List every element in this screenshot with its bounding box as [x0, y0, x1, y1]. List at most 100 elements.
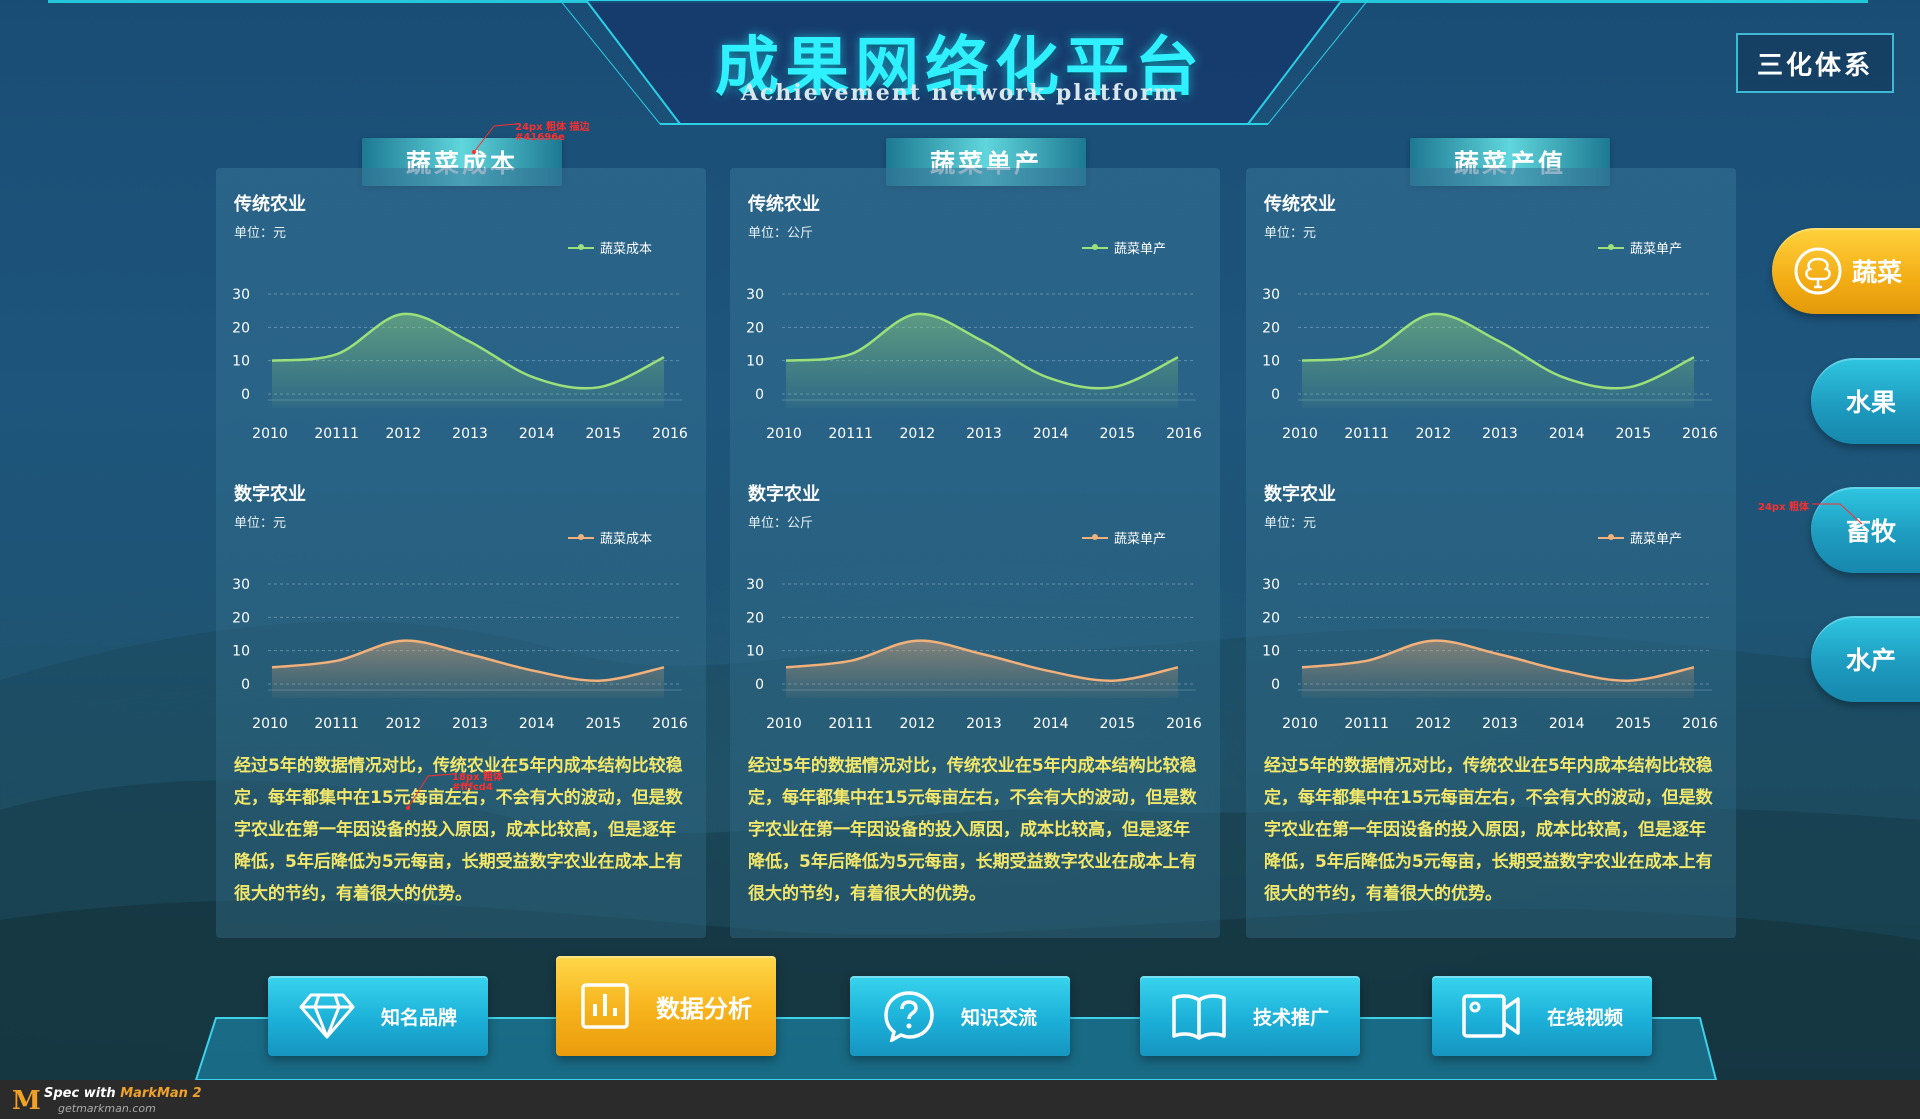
markman-logo: M: [12, 1086, 41, 1116]
x-tick-label: 2010: [252, 716, 288, 732]
x-tick-label: 2012: [900, 716, 936, 732]
x-tick-label: 2015: [1100, 426, 1136, 442]
y-tick-label: 0: [241, 677, 250, 693]
legend-label: 蔬菜单产: [1630, 242, 1683, 257]
x-tick-label: 2010: [766, 716, 802, 732]
x-tick-label: 2013: [966, 716, 1002, 732]
x-tick-label: 2012: [1416, 426, 1452, 442]
side-nav-vegetable[interactable]: 蔬菜: [1772, 228, 1920, 314]
legend-label: 蔬菜单产: [1114, 532, 1167, 547]
x-tick-label: 2010: [1282, 716, 1318, 732]
legend-label: 蔬菜成本: [600, 242, 653, 257]
panel-yield: 传统农业 单位：公斤 蔬菜单产 0 10 20 30 2010 20111 2012 2013 201…: [730, 168, 1220, 938]
footer-bar: M Spec with MarkMan 2 getmarkman.com: [0, 1080, 1920, 1119]
bottom-nav-brand[interactable]: 知名品牌: [268, 976, 488, 1056]
y-tick-label: 10: [232, 354, 250, 370]
diamond-icon: [299, 993, 355, 1039]
footer-spec-text: Spec with MarkMan 2: [44, 1086, 202, 1101]
footer-site: getmarkman.com: [58, 1102, 156, 1115]
y-tick-label: 10: [1262, 644, 1280, 660]
legend-label: 蔬菜单产: [1114, 242, 1167, 257]
x-tick-label: 2013: [1482, 716, 1518, 732]
side-nav-fruit[interactable]: 水果: [1811, 358, 1920, 444]
traditional-chart: 0 10 20 30 2010 20111 2012 2013 2014 2015 2016: [746, 287, 1202, 442]
digital-section-title: 数字农业: [1264, 484, 1336, 505]
legend-swatch: [568, 533, 594, 540]
y-tick-label: 0: [755, 387, 764, 403]
x-tick-label: 20111: [1344, 426, 1389, 442]
x-tick-label: 2016: [1682, 716, 1718, 732]
x-tick-label: 20111: [314, 426, 359, 442]
y-tick-label: 10: [1262, 354, 1280, 370]
x-tick-label: 20111: [828, 426, 873, 442]
y-tick-label: 20: [232, 610, 250, 626]
y-tick-label: 10: [746, 644, 764, 660]
x-tick-label: 2015: [586, 426, 622, 442]
y-tick-label: 10: [746, 354, 764, 370]
traditional-unit: 单位：公斤: [748, 226, 814, 241]
digital-chart: 0 10 20 30 2010 20111 2012 2013 2014 2015 2016: [1262, 577, 1718, 732]
traditional-unit: 单位：元: [1264, 226, 1317, 241]
y-tick-label: 30: [1262, 577, 1280, 593]
question-icon: [884, 991, 934, 1042]
legend-label: 蔬菜单产: [1630, 532, 1683, 547]
digital-legend: 蔬菜单产: [1598, 528, 1682, 547]
bottom-nav-label: 技术推广: [1252, 1006, 1329, 1029]
traditional-legend: 蔬菜单产: [1082, 238, 1166, 257]
traditional-unit: 单位：元: [234, 226, 287, 241]
y-tick-label: 30: [746, 577, 764, 593]
digital-unit: 单位：元: [234, 516, 287, 531]
series-area: [272, 640, 664, 698]
x-tick-label: 2012: [900, 426, 936, 442]
x-tick-label: 2015: [1616, 426, 1652, 442]
bottom-nav-label: 在线视频: [1546, 1006, 1623, 1029]
x-tick-label: 2014: [1033, 426, 1069, 442]
traditional-chart: 0 10 20 30 2010 20111 2012 2013 2014 2015 2016: [232, 287, 688, 442]
x-tick-label: 2016: [652, 716, 688, 732]
y-tick-label: 20: [746, 320, 764, 336]
side-nav-aquatic[interactable]: 水产: [1811, 616, 1920, 702]
legend-swatch: [1082, 533, 1108, 540]
side-nav-label: 蔬菜: [1852, 258, 1903, 287]
series-area: [786, 640, 1178, 698]
bottom-nav-tech[interactable]: 技术推广: [1140, 976, 1360, 1056]
panel-cost: 传统农业 单位：元 蔬菜成本 0 10 20 30 2010 20111 2012 2013 2014…: [216, 168, 706, 938]
bottom-nav-video[interactable]: 在线视频: [1432, 976, 1652, 1056]
x-tick-label: 2013: [452, 716, 488, 732]
x-tick-label: 2013: [1482, 426, 1518, 442]
digital-chart: 0 10 20 30 2010 20111 2012 2013 2014 2015 2016: [232, 577, 688, 732]
bottom-nav-label: 知识交流: [960, 1006, 1037, 1029]
traditional-chart: 0 10 20 30 2010 20111 2012 2013 2014 2015 2016: [1262, 287, 1718, 442]
system-button[interactable]: 三化体系: [1736, 33, 1894, 93]
x-tick-label: 2010: [1282, 426, 1318, 442]
annotation-tab-color: #41696e: [515, 132, 565, 143]
y-tick-label: 20: [232, 320, 250, 336]
x-tick-label: 2015: [1100, 716, 1136, 732]
annotation-desc-color: #fffcd4: [452, 782, 493, 793]
y-tick-label: 0: [1271, 677, 1280, 693]
legend-swatch: [568, 243, 594, 250]
bottom-nav-knowledge[interactable]: 知识交流: [850, 976, 1070, 1056]
y-tick-label: 20: [746, 610, 764, 626]
digital-section-title: 数字农业: [748, 484, 820, 505]
x-tick-label: 2016: [1166, 716, 1202, 732]
annotation-desc-leader: [406, 773, 455, 810]
video-camera-icon: [1462, 994, 1520, 1038]
x-tick-label: 2016: [652, 426, 688, 442]
digital-unit: 单位：元: [1264, 516, 1317, 531]
vegetable-icon: [1794, 247, 1842, 295]
description-text: 经过5年的数据情况对比，传统农业在5年内成本结构比较稳定，每年都集中在15元每亩…: [1264, 756, 1713, 904]
x-tick-label: 2012: [386, 716, 422, 732]
x-tick-label: 2010: [252, 426, 288, 442]
legend-swatch: [1598, 243, 1624, 250]
x-tick-label: 2013: [966, 426, 1002, 442]
y-tick-label: 0: [241, 387, 250, 403]
x-tick-label: 20111: [828, 716, 873, 732]
traditional-legend: 蔬菜单产: [1598, 238, 1682, 257]
bottom-nav-label: 知名品牌: [380, 1006, 457, 1029]
bottom-nav-data-analysis[interactable]: 数据分析: [556, 956, 776, 1056]
page-subtitle: Achievement network platform: [740, 80, 1180, 106]
x-tick-label: 2016: [1166, 426, 1202, 442]
series-area: [1302, 640, 1694, 698]
annotation-tab-leader: [472, 123, 517, 154]
